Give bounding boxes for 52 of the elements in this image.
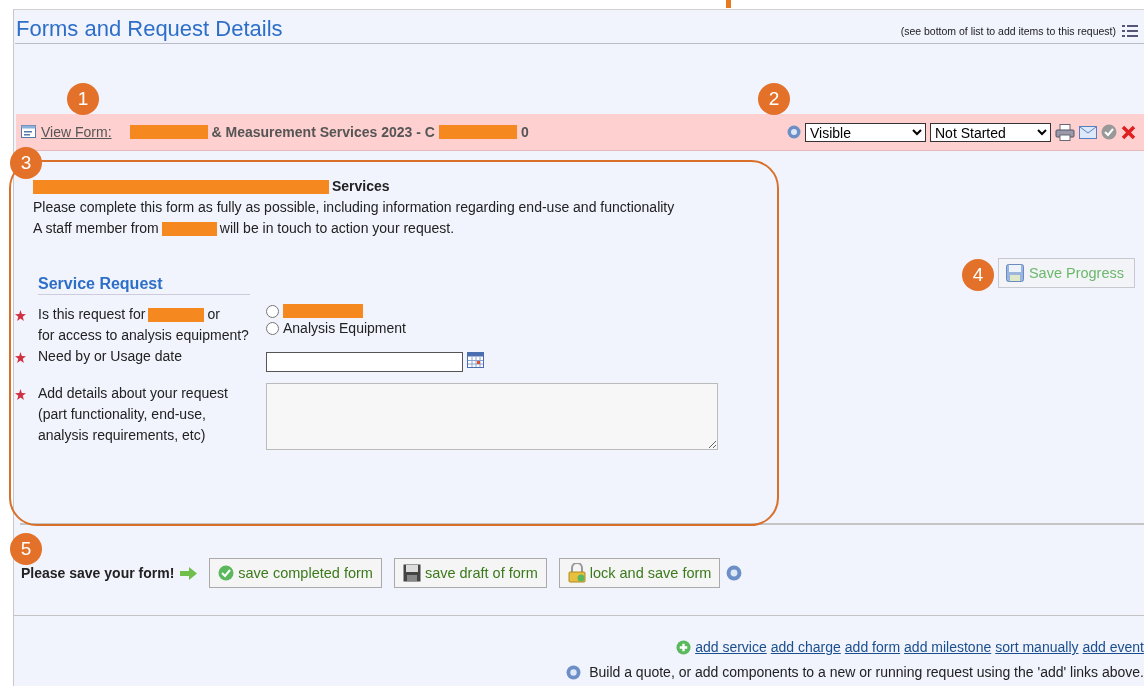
add-link[interactable]: add form bbox=[844, 638, 901, 656]
list-icon[interactable] bbox=[1122, 24, 1138, 38]
add-link[interactable]: add service bbox=[695, 638, 767, 656]
radio-button[interactable] bbox=[266, 322, 279, 335]
lock-icon bbox=[567, 563, 586, 583]
details-field[interactable] bbox=[266, 383, 718, 450]
save-form-button[interactable]: lock and save form bbox=[558, 558, 721, 588]
question-label: for access to analysis equipment? bbox=[38, 326, 249, 345]
intro-text: A staff member from bbox=[33, 219, 159, 238]
add-link[interactable]: add charge bbox=[770, 638, 841, 656]
save-prompt: Please save your form! bbox=[21, 565, 175, 581]
radio-button[interactable] bbox=[266, 304, 279, 318]
form-icon[interactable] bbox=[21, 125, 37, 139]
form-heading: Services bbox=[332, 177, 390, 196]
add-link[interactable]: add milestone bbox=[904, 638, 992, 656]
save-form-button[interactable]: save draft of form bbox=[393, 558, 547, 588]
status-select[interactable]: Not Started bbox=[930, 122, 1051, 142]
question-label: Need by or Usage date bbox=[38, 347, 182, 366]
option-label[interactable]: Analysis Equipment bbox=[283, 318, 406, 339]
visibility-select[interactable]: Visible bbox=[805, 122, 926, 142]
add-link[interactable]: add event bbox=[1082, 638, 1144, 656]
redaction-mark bbox=[161, 221, 217, 236]
add-icon bbox=[676, 639, 692, 655]
callout-number: 3 bbox=[10, 147, 42, 179]
question-label: or bbox=[207, 305, 220, 324]
question-label: Is this request for bbox=[38, 305, 146, 324]
help-icon bbox=[566, 664, 582, 680]
callout-number: 5 bbox=[10, 533, 42, 565]
add-link[interactable]: sort manually bbox=[995, 638, 1079, 656]
page-title: Forms and Request Details bbox=[16, 16, 283, 42]
redaction-mark bbox=[148, 308, 205, 323]
intro-text: will be in touch to action your request. bbox=[219, 219, 455, 238]
hint-text: Build a quote, or add components to a new or running request using the 'add' links above. bbox=[589, 664, 1144, 680]
form-title: & Measurement Services 2023 - C bbox=[211, 124, 435, 140]
section-heading: Service Request bbox=[38, 275, 250, 295]
check-circle-icon bbox=[218, 565, 235, 581]
date-field[interactable] bbox=[266, 352, 463, 372]
mail-icon[interactable] bbox=[1079, 125, 1097, 139]
question-label: Add details about your request (part functionality, end-use, analysis requirements, etc) bbox=[38, 384, 229, 445]
help-icon[interactable] bbox=[726, 565, 743, 581]
calendar-icon[interactable] bbox=[467, 352, 484, 368]
save-form-button[interactable]: save completed form bbox=[209, 558, 382, 588]
form-title: 0 bbox=[520, 124, 529, 140]
close-icon[interactable] bbox=[1121, 124, 1136, 140]
intro-text: Please complete this form as fully as possible, including information regarding end-use and functionality bbox=[33, 198, 675, 217]
check-icon[interactable] bbox=[1101, 124, 1117, 140]
header-note: (see bottom of list to add items to this request) bbox=[900, 25, 1116, 37]
marker-bar bbox=[726, 0, 731, 8]
printer-icon[interactable] bbox=[1055, 123, 1075, 141]
view-form-link[interactable]: View Form: bbox=[41, 124, 112, 140]
help-icon[interactable] bbox=[787, 125, 801, 139]
arrow-icon bbox=[180, 566, 198, 580]
